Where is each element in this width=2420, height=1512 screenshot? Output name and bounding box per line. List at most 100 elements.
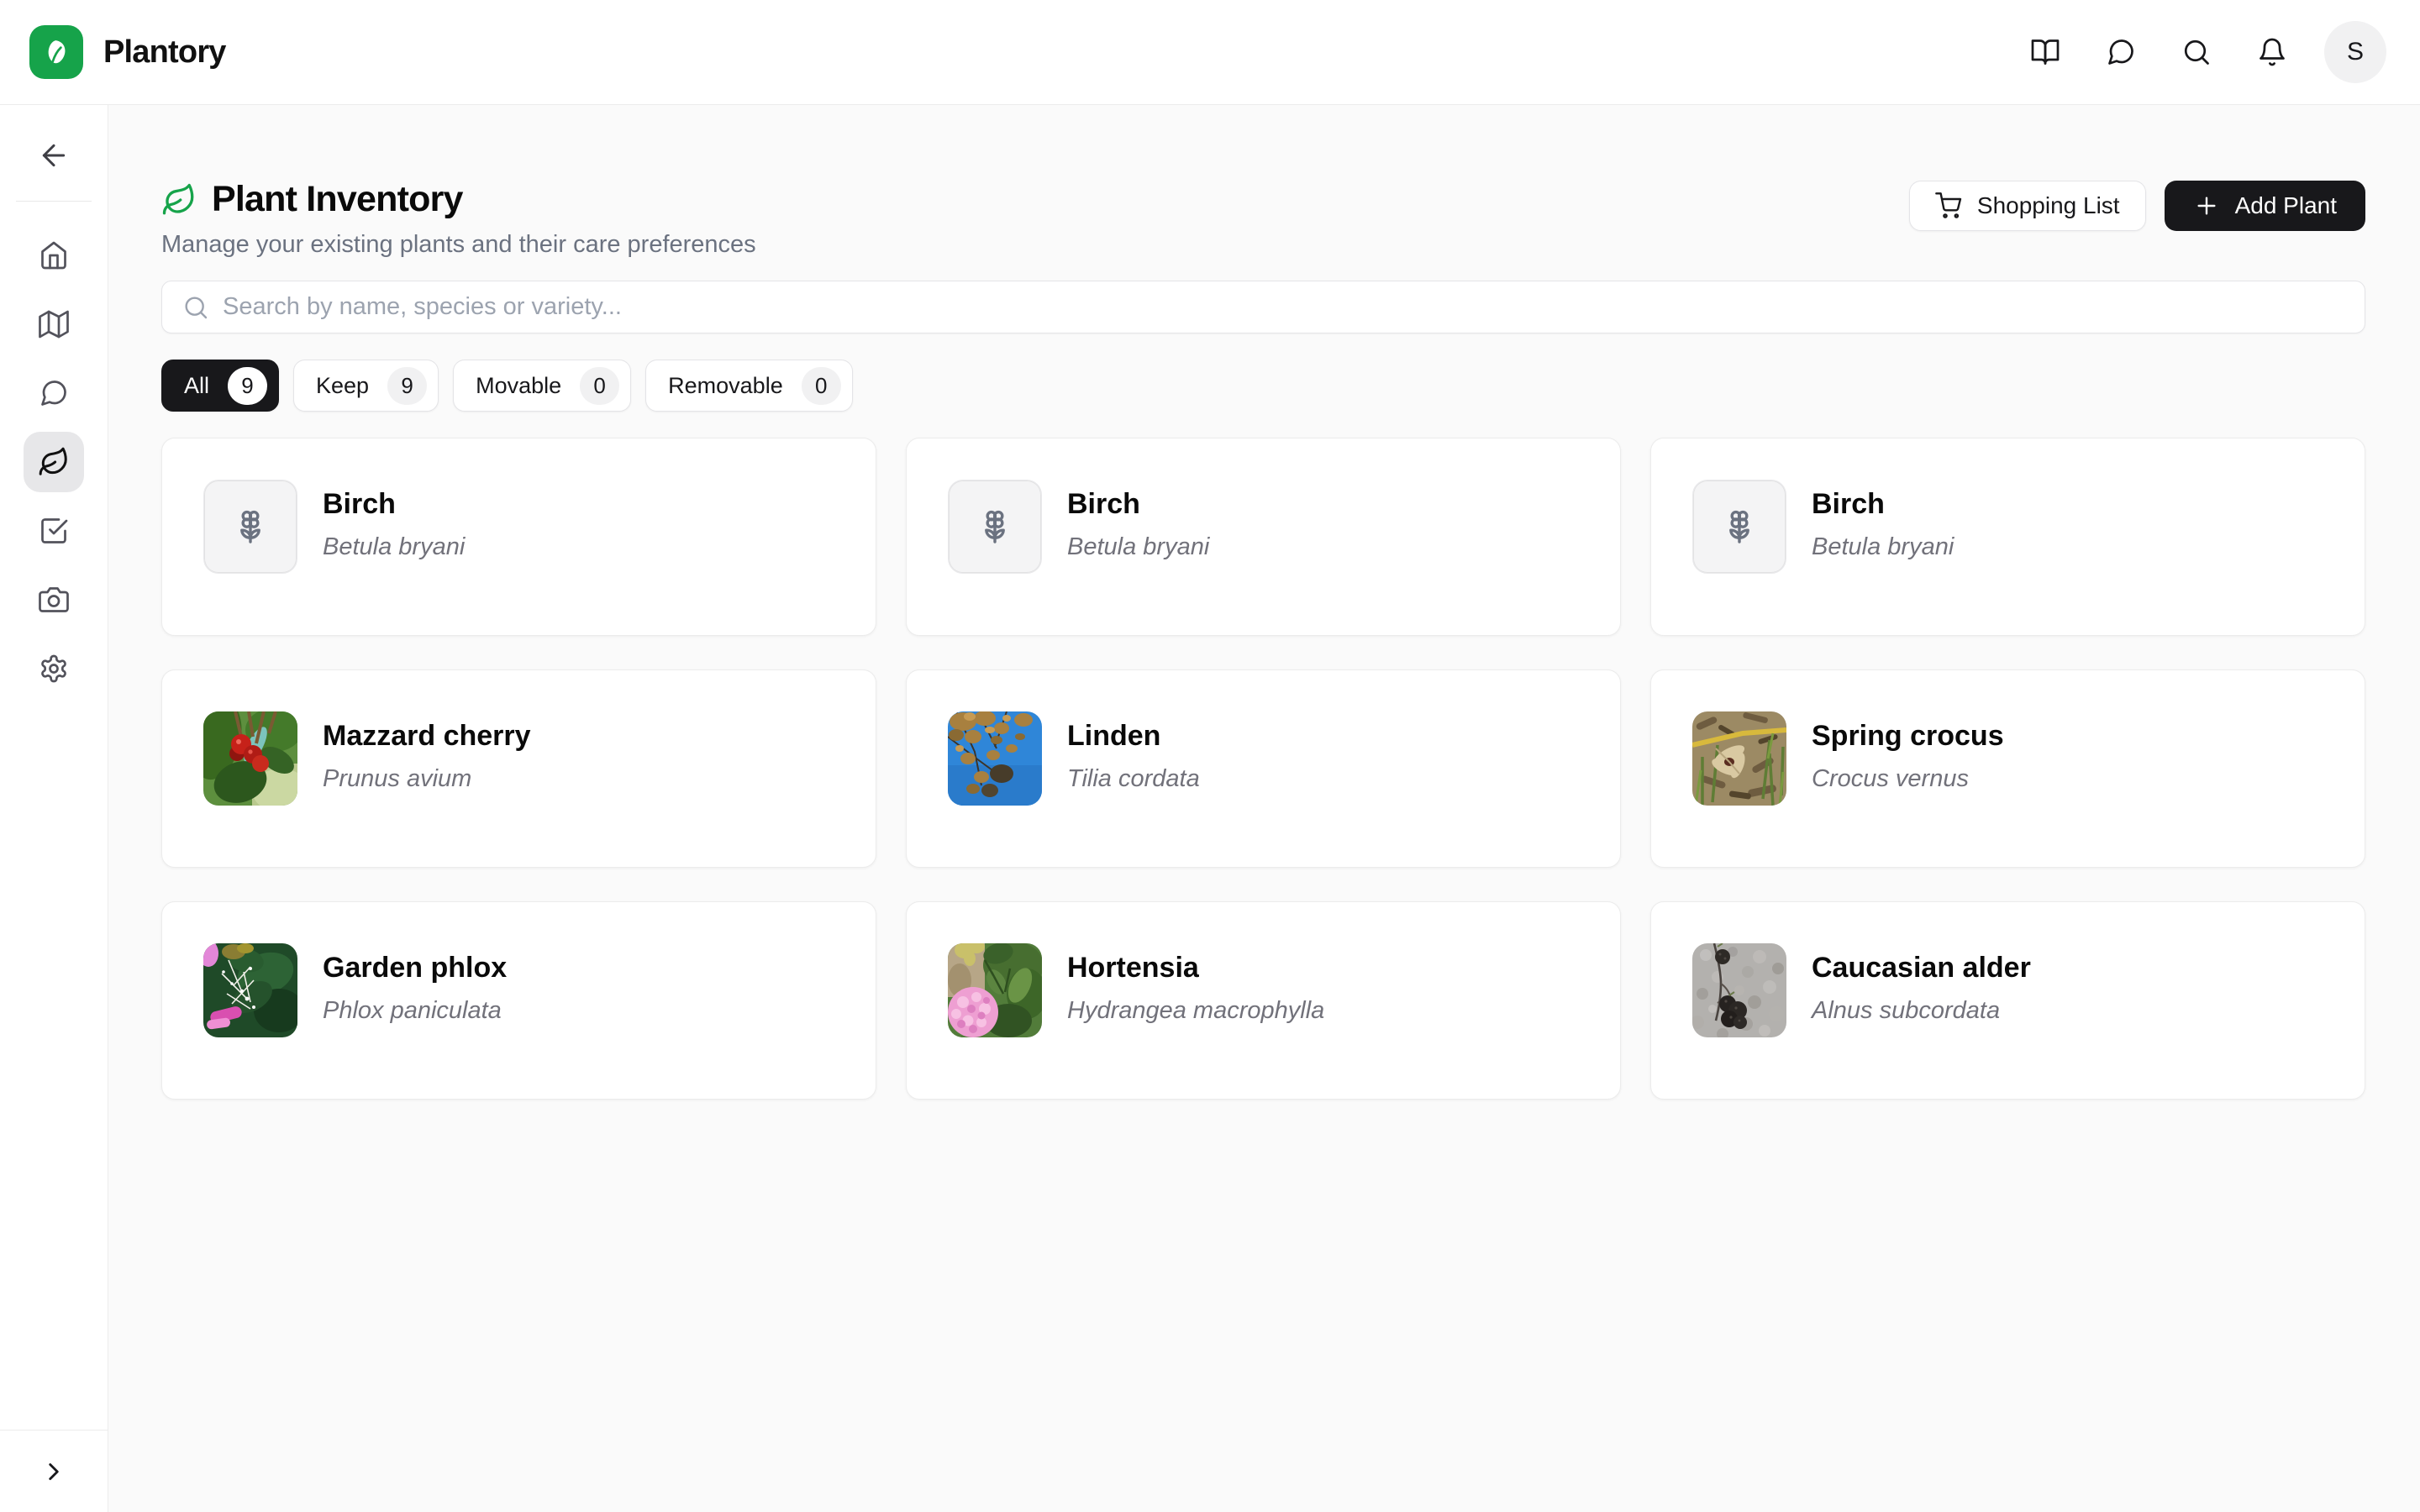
plant-name: Linden bbox=[1067, 720, 1200, 753]
plant-name: Birch bbox=[1812, 488, 1954, 521]
add-plant-label: Add Plant bbox=[2235, 192, 2337, 219]
plant-thumbnail bbox=[1692, 711, 1786, 806]
crocus-photo bbox=[1692, 711, 1786, 806]
filter-count-badge: 0 bbox=[580, 367, 619, 405]
avatar[interactable]: S bbox=[2324, 21, 2386, 83]
plant-card[interactable]: Birch Betula bryani bbox=[1650, 438, 2365, 636]
sidebar-item-home[interactable] bbox=[24, 225, 84, 286]
camera-icon bbox=[39, 585, 69, 615]
filter-tabs: All 9 Keep 9 Movable 0 Removable 0 bbox=[161, 360, 2365, 412]
filter-label: Keep bbox=[316, 373, 369, 399]
plant-card[interactable]: Garden phlox Phlox paniculata bbox=[161, 901, 876, 1100]
brand: Plantory bbox=[29, 25, 226, 79]
plant-name: Mazzard cherry bbox=[323, 720, 531, 753]
plant-name: Birch bbox=[323, 488, 465, 521]
book-open-icon bbox=[2030, 37, 2060, 67]
plant-species: Phlox paniculata bbox=[323, 997, 507, 1025]
sidebar bbox=[0, 105, 108, 1512]
shopping-list-button[interactable]: Shopping List bbox=[1909, 181, 2146, 231]
add-plant-button[interactable]: Add Plant bbox=[2165, 181, 2365, 231]
plant-thumbnail bbox=[203, 943, 297, 1037]
plant-species: Tilia cordata bbox=[1067, 765, 1200, 793]
chevron-right-icon bbox=[39, 1457, 68, 1486]
settings-icon bbox=[39, 654, 69, 684]
back-button[interactable] bbox=[24, 125, 84, 186]
search-button[interactable] bbox=[2178, 34, 2215, 71]
plant-card[interactable]: Linden Tilia cordata bbox=[906, 669, 1621, 868]
sidebar-item-plants[interactable] bbox=[24, 432, 84, 492]
plant-species: Crocus vernus bbox=[1812, 765, 2004, 793]
plant-name: Spring crocus bbox=[1812, 720, 2004, 753]
plant-species: Betula bryani bbox=[1812, 533, 1954, 561]
plant-thumbnail bbox=[1692, 943, 1786, 1037]
alder-photo bbox=[1692, 943, 1786, 1037]
shopping-list-label: Shopping List bbox=[1977, 192, 2120, 219]
chat-button[interactable] bbox=[2102, 34, 2139, 71]
plant-name: Hortensia bbox=[1067, 952, 1324, 984]
plant-card[interactable]: Caucasian alder Alnus subcordata bbox=[1650, 901, 2365, 1100]
sidebar-nav bbox=[24, 225, 84, 699]
filter-tab-all[interactable]: All 9 bbox=[161, 360, 279, 412]
bell-icon bbox=[2257, 37, 2287, 67]
docs-button[interactable] bbox=[2027, 34, 2064, 71]
plant-card[interactable]: Birch Betula bryani bbox=[161, 438, 876, 636]
linden-photo bbox=[948, 711, 1042, 806]
filter-label: All bbox=[184, 373, 209, 399]
plant-card[interactable]: Birch Betula bryani bbox=[906, 438, 1621, 636]
search-icon bbox=[2181, 37, 2212, 67]
sidebar-footer bbox=[0, 1430, 108, 1512]
filter-label: Removable bbox=[668, 373, 783, 399]
chat-bubble-icon bbox=[2106, 37, 2136, 67]
plant-species: Prunus avium bbox=[323, 765, 531, 793]
chat-bubble-icon bbox=[39, 378, 69, 408]
flower-placeholder-icon bbox=[230, 507, 271, 547]
hortensia-photo bbox=[948, 943, 1042, 1037]
topbar-actions: S bbox=[1988, 21, 2386, 83]
flower-placeholder-icon bbox=[1719, 507, 1760, 547]
filter-tab-removable[interactable]: Removable 0 bbox=[645, 360, 853, 412]
sidebar-divider bbox=[16, 201, 92, 202]
plant-species: Alnus subcordata bbox=[1812, 997, 2031, 1025]
shopping-cart-icon bbox=[1935, 192, 1962, 219]
plus-icon bbox=[2193, 192, 2220, 219]
page-subtitle: Manage your existing plants and their ca… bbox=[161, 231, 756, 259]
search-input[interactable] bbox=[223, 293, 2344, 321]
plant-card[interactable]: Spring crocus Crocus vernus bbox=[1650, 669, 2365, 868]
sidebar-item-chat[interactable] bbox=[24, 363, 84, 423]
plant-thumbnail bbox=[203, 480, 297, 574]
map-icon bbox=[39, 309, 69, 339]
sidebar-item-map[interactable] bbox=[24, 294, 84, 354]
plant-thumbnail bbox=[948, 711, 1042, 806]
filter-count-badge: 9 bbox=[387, 367, 427, 405]
filter-count-badge: 9 bbox=[228, 367, 267, 405]
filter-count-badge: 0 bbox=[802, 367, 841, 405]
sidebar-item-settings[interactable] bbox=[24, 638, 84, 699]
plant-thumbnail bbox=[948, 480, 1042, 574]
search-bar bbox=[161, 281, 2365, 333]
sidebar-item-tasks[interactable] bbox=[24, 501, 84, 561]
app-title: Plantory bbox=[103, 34, 226, 71]
leaf-icon bbox=[40, 36, 72, 68]
flower-placeholder-icon bbox=[975, 507, 1015, 547]
topbar: Plantory S bbox=[0, 0, 2420, 105]
plant-card[interactable]: Mazzard cherry Prunus avium bbox=[161, 669, 876, 868]
app-logo[interactable] bbox=[29, 25, 83, 79]
filter-tab-keep[interactable]: Keep 9 bbox=[293, 360, 439, 412]
plant-species: Hydrangea macrophylla bbox=[1067, 997, 1324, 1025]
cherry-photo bbox=[203, 711, 297, 806]
page-header: Plant Inventory Manage your existing pla… bbox=[161, 179, 2365, 259]
page-title: Plant Inventory bbox=[212, 179, 463, 220]
search-icon bbox=[182, 294, 209, 321]
plant-species: Betula bryani bbox=[323, 533, 465, 561]
home-icon bbox=[39, 240, 69, 270]
filter-label: Movable bbox=[476, 373, 561, 399]
plant-name: Birch bbox=[1067, 488, 1209, 521]
leaf-icon bbox=[38, 446, 70, 478]
check-square-icon bbox=[39, 516, 69, 546]
sidebar-item-camera[interactable] bbox=[24, 570, 84, 630]
plant-card[interactable]: Hortensia Hydrangea macrophylla bbox=[906, 901, 1621, 1100]
sidebar-expand-button[interactable] bbox=[24, 1441, 84, 1502]
filter-tab-movable[interactable]: Movable 0 bbox=[453, 360, 631, 412]
arrow-left-icon bbox=[37, 139, 71, 172]
notifications-button[interactable] bbox=[2254, 34, 2291, 71]
